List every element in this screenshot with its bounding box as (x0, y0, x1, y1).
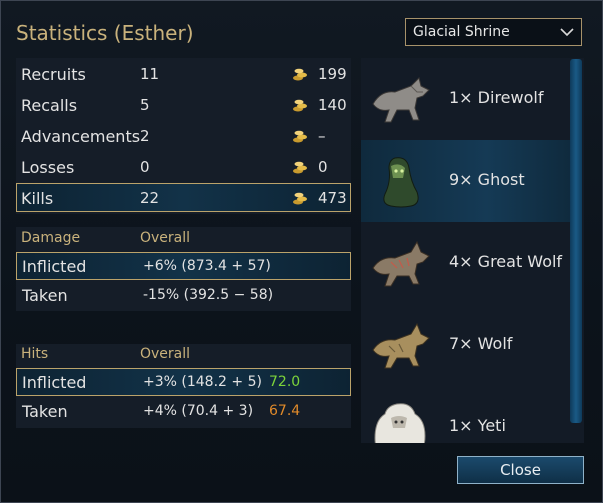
row-count: 2 (140, 127, 150, 145)
hits-taken-label: Taken (22, 402, 68, 421)
summary-row-advancements: Advancements 2 – (16, 122, 351, 150)
damage-inflicted-label: Inflicted (22, 257, 87, 276)
damage-taken-label: Taken (22, 286, 68, 305)
window-title: Statistics (Esther) (16, 21, 194, 45)
hits-inflicted-label: Inflicted (22, 373, 87, 392)
row-label: Recruits (21, 65, 86, 84)
row-gold: 140 (318, 96, 347, 114)
row-gold: – (318, 127, 326, 145)
chevron-down-icon (560, 28, 574, 37)
unit-item-ghost[interactable]: 9× Ghost (361, 140, 571, 222)
direwolf-icon (372, 77, 430, 123)
row-gold: 473 (318, 189, 347, 207)
gold-coins-icon (293, 130, 307, 143)
gold-coins-icon (293, 68, 307, 81)
summary-row-kills: Kills 22 473 (16, 183, 351, 212)
scenario-dropdown[interactable]: Glacial Shrine (405, 18, 582, 46)
unit-name: 1× Direwolf (449, 88, 544, 107)
statistics-window: Statistics (Esther) Glacial Shrine Recru… (0, 0, 603, 503)
hits-taken-value: +4% (70.4 + 3) (143, 403, 254, 419)
summary-row-losses: Losses 0 0 (16, 153, 351, 181)
row-label: Losses (21, 158, 75, 177)
row-gold: 199 (318, 65, 347, 83)
unit-list[interactable]: 1× Direwolf 9× Ghost 4× Great Wolf 7× Wo… (361, 58, 584, 443)
hits-inflicted-cth: 72.0 (269, 374, 301, 390)
unit-item-yeti[interactable]: 1× Yeti (361, 386, 571, 443)
hits-overall-header: Overall (140, 346, 191, 362)
unit-list-scrollbar[interactable] (570, 59, 582, 423)
row-count: 5 (140, 96, 150, 114)
hits-inflicted-row: Inflicted +3% (148.2 + 5) 72.0 (16, 368, 351, 396)
damage-inflicted-row: Inflicted +6% (873.4 + 57) (16, 252, 351, 280)
row-count: 11 (140, 65, 160, 83)
row-gold: 0 (318, 158, 328, 176)
hits-taken-row: Taken +4% (70.4 + 3) 67.4 (16, 398, 351, 426)
great-wolf-icon (372, 240, 430, 287)
row-count: 22 (140, 189, 160, 207)
damage-header: Damage (21, 230, 81, 246)
wolf-icon (372, 322, 430, 369)
close-button[interactable]: Close (457, 456, 584, 484)
unit-name: 7× Wolf (449, 334, 513, 353)
hits-inflicted-value: +3% (148.2 + 5) (143, 374, 262, 390)
unit-item-great-wolf[interactable]: 4× Great Wolf (361, 222, 571, 304)
gold-coins-icon (293, 161, 307, 174)
unit-name: 1× Yeti (449, 416, 506, 435)
damage-overall-header: Overall (140, 230, 191, 246)
unit-item-wolf[interactable]: 7× Wolf (361, 304, 571, 386)
summary-row-recruits: Recruits 11 199 (16, 60, 351, 88)
row-label: Advancements (21, 127, 141, 146)
unit-item-direwolf[interactable]: 1× Direwolf (361, 58, 571, 140)
gold-coins-icon (293, 192, 307, 205)
damage-taken-row: Taken -15% (392.5 − 58) (16, 282, 351, 310)
row-count: 0 (140, 158, 150, 176)
yeti-icon (374, 403, 426, 443)
hits-taken-cth: 67.4 (269, 403, 301, 419)
unit-name: 4× Great Wolf (449, 252, 563, 271)
row-label: Recalls (21, 96, 78, 115)
row-label: Kills (21, 189, 54, 208)
gold-coins-icon (293, 99, 307, 112)
damage-taken-value: -15% (392.5 − 58) (143, 287, 274, 303)
hits-header: Hits (21, 346, 49, 362)
unit-name: 9× Ghost (449, 170, 525, 189)
damage-inflicted-value: +6% (873.4 + 57) (143, 258, 271, 274)
scenario-dropdown-value: Glacial Shrine (413, 24, 510, 40)
summary-row-recalls: Recalls 5 140 (16, 91, 351, 119)
ghost-icon (383, 157, 419, 208)
